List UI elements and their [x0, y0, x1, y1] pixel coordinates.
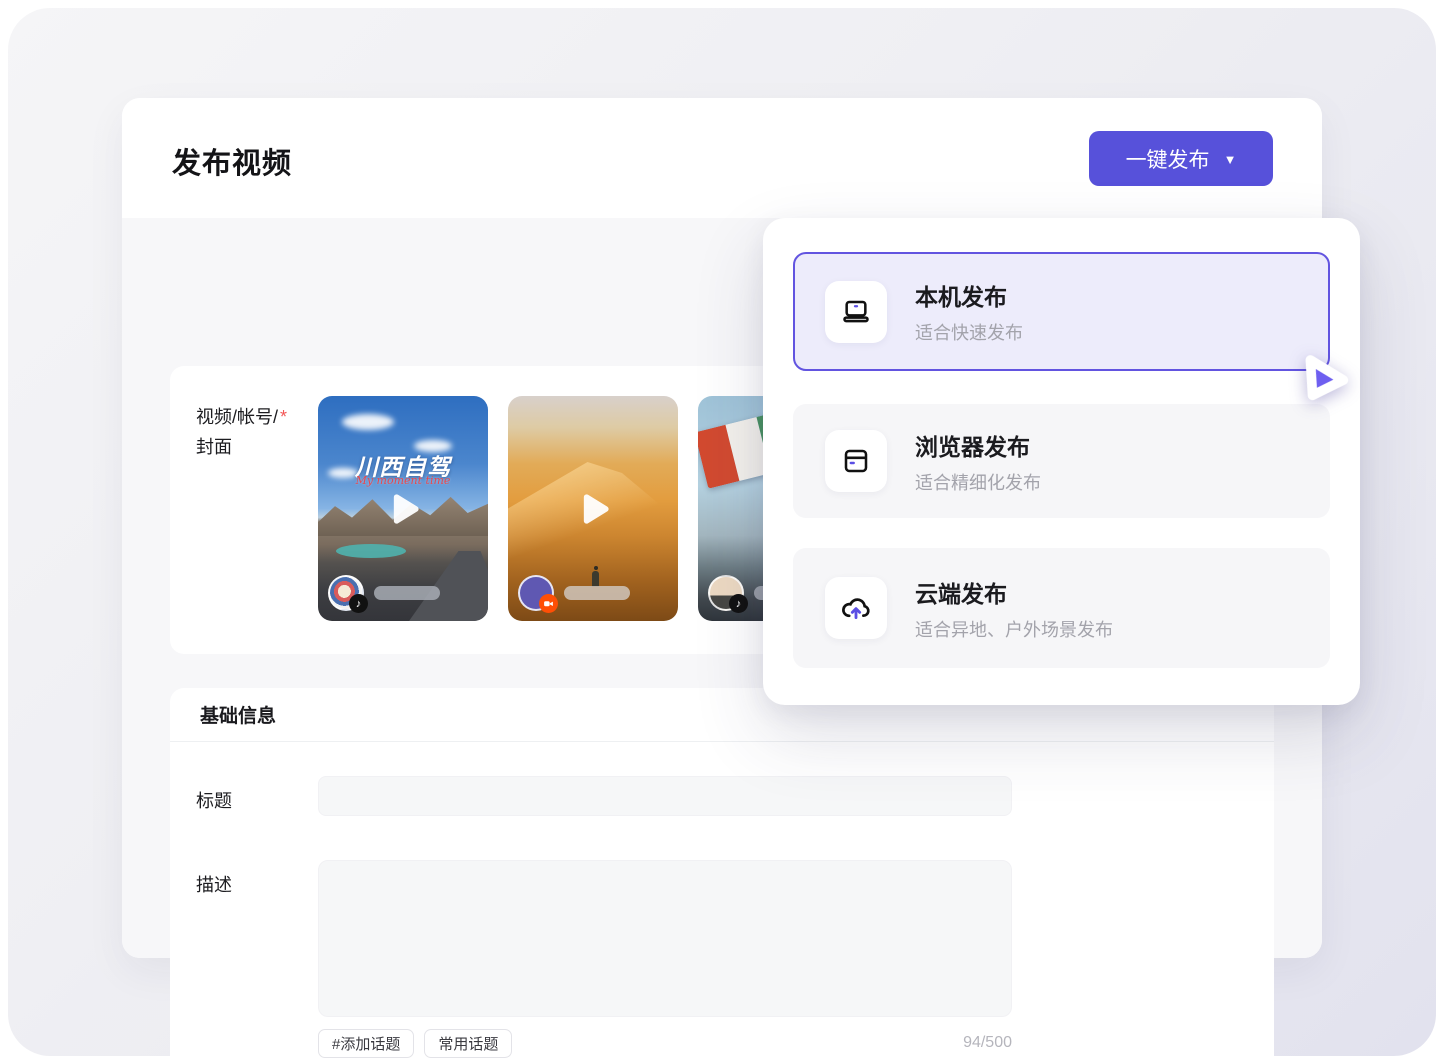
description-field-label: 描述	[196, 871, 232, 897]
kuaishou-icon	[539, 594, 558, 613]
lake-shape	[336, 544, 406, 558]
option-title: 本机发布	[915, 278, 1023, 312]
video-thumbnail-roadtrip[interactable]: 川西自驾 My moment time ♪	[318, 396, 488, 621]
thumbnail-footer: ♪	[328, 575, 440, 611]
option-texts: 本机发布 适合快速发布	[915, 278, 1023, 345]
laptop-icon	[825, 281, 887, 343]
label-text-line2: 封面	[196, 432, 287, 462]
menu-option-local-publish[interactable]: 本机发布 适合快速发布	[793, 252, 1330, 371]
tiktok-icon: ♪	[349, 594, 368, 613]
account-avatar[interactable]: ♪	[328, 575, 364, 611]
cloud-upload-icon	[825, 577, 887, 639]
account-name-placeholder	[374, 586, 440, 600]
option-texts: 云端发布 适合异地、户外场景发布	[915, 575, 1113, 642]
play-icon[interactable]	[571, 487, 615, 531]
screenshot-stage: 发布视频 一键发布 ▼ 视频/帐号/* 封面	[0, 0, 1444, 1064]
thumbnail-overlay-script: My moment time	[318, 474, 488, 487]
cloud-shape	[342, 414, 394, 430]
label-text: 视频/帐号/	[196, 407, 278, 427]
option-title: 云端发布	[915, 575, 1113, 609]
title-field-label: 标题	[196, 787, 232, 813]
video-thumbnail-desert[interactable]	[508, 396, 678, 621]
option-subtitle: 适合精细化发布	[915, 469, 1041, 495]
thumbnail-footer	[518, 575, 630, 611]
basic-info-section: 基础信息 标题 描述 #添加话题 常用话题 94/500	[170, 688, 1274, 1064]
video-account-cover-label: 视频/帐号/* 封面	[196, 402, 287, 462]
panel-header: 发布视频 一键发布 ▼	[122, 98, 1322, 218]
account-avatar[interactable]	[518, 575, 554, 611]
menu-option-browser-publish[interactable]: 浏览器发布 适合精细化发布	[793, 404, 1330, 518]
chevron-down-icon: ▼	[1224, 153, 1237, 166]
option-subtitle: 适合异地、户外场景发布	[915, 616, 1113, 642]
description-textarea[interactable]	[318, 860, 1012, 1017]
option-subtitle: 适合快速发布	[915, 319, 1023, 345]
account-name-placeholder	[564, 586, 630, 600]
browser-icon	[825, 430, 887, 492]
account-avatar[interactable]: ♪	[708, 575, 744, 611]
tiktok-icon: ♪	[729, 594, 748, 613]
one-click-publish-button[interactable]: 一键发布 ▼	[1089, 131, 1273, 186]
play-icon[interactable]	[381, 487, 425, 531]
option-title: 浏览器发布	[915, 428, 1041, 462]
page-title: 发布视频	[172, 140, 292, 182]
section-title: 基础信息	[200, 701, 276, 728]
publish-method-dropdown: 本机发布 适合快速发布 浏览器发布 适合精细化发布	[763, 218, 1360, 705]
cursor-pointer-icon	[1290, 345, 1358, 413]
option-texts: 浏览器发布 适合精细化发布	[915, 428, 1041, 495]
menu-option-cloud-publish[interactable]: 云端发布 适合异地、户外场景发布	[793, 548, 1330, 668]
title-input[interactable]	[318, 776, 1012, 816]
required-asterisk: *	[280, 407, 287, 427]
publish-button-label: 一键发布	[1126, 144, 1210, 174]
character-counter: 94/500	[318, 1034, 1012, 1052]
